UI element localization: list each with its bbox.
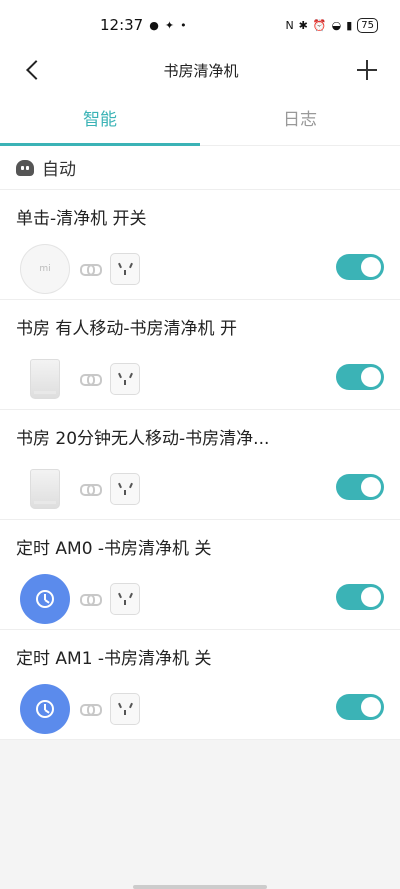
tab-bar: 智能 日志 <box>0 90 400 146</box>
twitter-icon: ✦ <box>164 18 175 32</box>
nav-bar: 书房清净机 <box>0 50 400 90</box>
rule-item[interactable]: 单击-清净机 开关 mi <box>0 190 400 300</box>
robot-icon <box>16 159 34 176</box>
smart-plug-icon <box>110 473 140 505</box>
alarm-icon: ⏰ <box>312 18 327 32</box>
timer-icon <box>20 574 70 624</box>
rule-toggle[interactable] <box>336 694 384 720</box>
rule-title: 书房 20分钟无人移动-书房清净... <box>16 429 270 449</box>
wireless-button-icon: mi <box>20 244 70 294</box>
motion-sensor-icon <box>20 354 70 404</box>
smart-plug-icon <box>110 363 140 395</box>
tab-smart[interactable]: 智能 <box>0 90 200 146</box>
nfc-icon: N <box>285 18 294 32</box>
rule-item[interactable]: 定时 AM1 -书房清净机 关 <box>0 630 400 740</box>
link-icon <box>80 374 102 386</box>
smart-plug-icon <box>110 583 140 615</box>
section-label: 自动 <box>42 160 76 180</box>
section-header-auto: 自动 <box>0 146 400 190</box>
link-icon <box>80 264 102 276</box>
rule-toggle[interactable] <box>336 474 384 500</box>
smart-plug-icon <box>110 253 140 285</box>
dot-icon: • <box>180 18 187 32</box>
rule-item[interactable]: 定时 AM0 -书房清净机 关 <box>0 520 400 630</box>
bluetooth-icon: ✱ <box>298 18 308 32</box>
status-time: 12:37 <box>100 16 144 34</box>
motion-sensor-icon <box>20 464 70 514</box>
timer-icon <box>20 684 70 734</box>
status-bar: 12:37 ● ✦ • N ✱ ⏰ ◒ ▮ 75 <box>0 0 400 50</box>
page-title: 书房清净机 <box>163 61 239 80</box>
rule-title: 单击-清净机 开关 <box>16 209 147 229</box>
line-app-icon: ● <box>149 18 159 32</box>
signal-icon: ▮ <box>346 18 353 32</box>
smart-plug-icon <box>110 693 140 725</box>
rule-toggle[interactable] <box>336 584 384 610</box>
rule-item[interactable]: 书房 20分钟无人移动-书房清净... <box>0 410 400 520</box>
battery-icon: 75 <box>357 17 378 33</box>
back-icon[interactable] <box>22 58 46 82</box>
home-indicator[interactable] <box>133 885 267 889</box>
rule-toggle[interactable] <box>336 364 384 390</box>
wifi-icon: ◒ <box>331 18 342 32</box>
tab-log[interactable]: 日志 <box>200 90 400 145</box>
rule-title: 定时 AM1 -书房清净机 关 <box>16 649 212 669</box>
rule-item[interactable]: 书房 有人移动-书房清净机 开 <box>0 300 400 410</box>
link-icon <box>80 704 102 716</box>
link-icon <box>80 594 102 606</box>
rule-title: 书房 有人移动-书房清净机 开 <box>16 319 237 339</box>
rule-title: 定时 AM0 -书房清净机 关 <box>16 539 212 559</box>
rule-toggle[interactable] <box>336 254 384 280</box>
add-icon[interactable] <box>356 59 378 81</box>
link-icon <box>80 484 102 496</box>
